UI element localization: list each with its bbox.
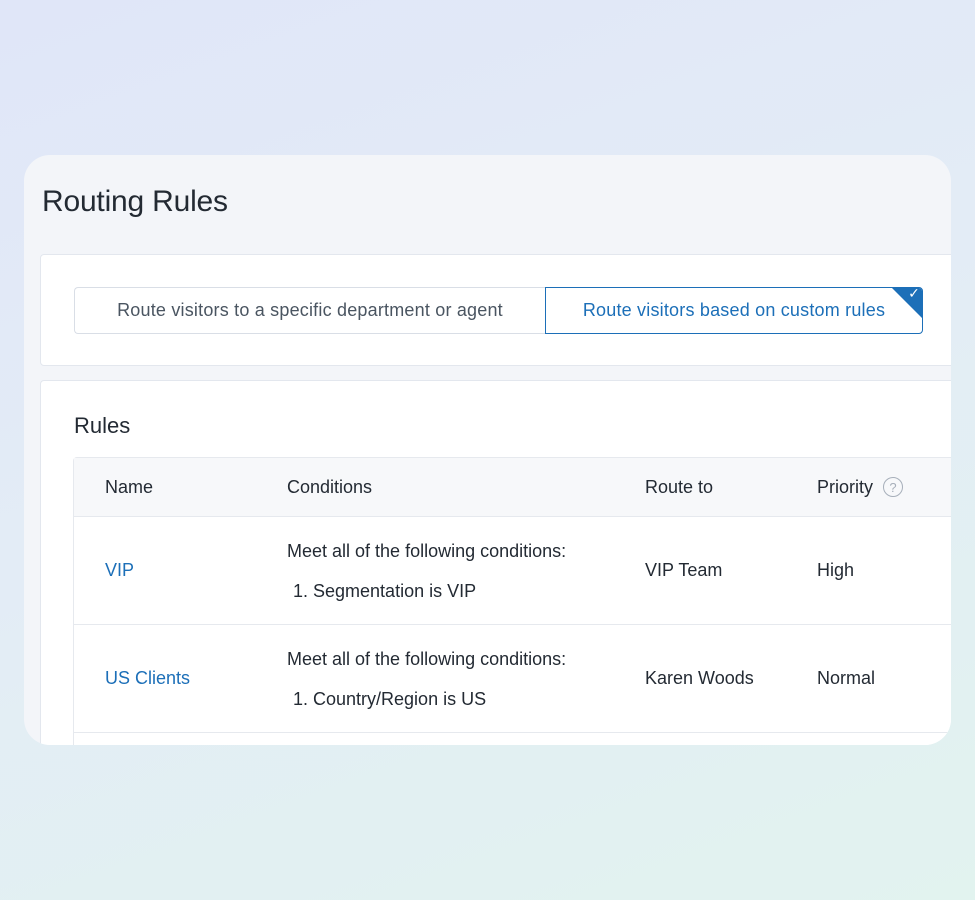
column-header-conditions-label: Conditions <box>287 476 373 497</box>
column-header-name: Name <box>105 476 154 497</box>
rule-route-to-cell: VIP Team <box>645 560 723 580</box>
routing-mode-panel: Route visitors to a specific department … <box>40 254 951 366</box>
route-custom-rules-label: Route visitors based on custom rules <box>582 300 886 320</box>
table-row <box>74 733 951 745</box>
rules-panel: Rules Name Conditions Route to Priority … <box>40 380 951 745</box>
rule-conditions-cell: Meet all of the following conditions: 1.… <box>287 625 566 732</box>
column-header-conditions: Conditions <box>287 458 372 516</box>
table-row: VIP Meet all of the following conditions… <box>74 517 951 625</box>
rules-section-title: Rules <box>74 413 131 438</box>
conditions-lead: Meet all of the following conditions: <box>287 648 567 669</box>
condition-item: 1. Country/Region is US <box>293 688 487 709</box>
question-circle-icon[interactable]: ? <box>883 477 904 497</box>
rule-priority-cell: High <box>817 560 855 580</box>
table-header: Name Conditions Route to Priority ? <box>74 458 951 517</box>
rule-name-link[interactable]: US Clients <box>105 668 190 689</box>
column-header-priority: Priority ? <box>817 458 904 516</box>
rule-name-link[interactable]: VIP <box>105 560 134 581</box>
rule-name-cell: VIP <box>105 517 134 624</box>
column-header-priority-label: Priority <box>817 476 874 497</box>
column-header-route-to: Route to <box>645 476 714 497</box>
page-title: Routing Rules <box>42 185 228 218</box>
condition-item: 1. Segmentation is VIP <box>293 580 477 601</box>
routing-rules-card: Routing Rules Route visitors to a specif… <box>24 155 951 745</box>
rule-name-cell: US Clients <box>105 625 190 732</box>
rule-route-to-cell: Karen Woods <box>645 668 754 688</box>
route-specific-label: Route visitors to a specific department … <box>117 300 503 320</box>
rule-conditions-cell: Meet all of the following conditions: 1.… <box>287 517 566 624</box>
table-row: US Clients Meet all of the following con… <box>74 625 951 733</box>
rules-table: Name Conditions Route to Priority ? VIP … <box>73 457 951 745</box>
route-custom-rules-option[interactable]: Route visitors based on custom rules ✓ <box>545 287 923 334</box>
route-specific-option[interactable]: Route visitors to a specific department … <box>74 287 545 334</box>
rule-priority-cell: Normal <box>817 668 876 688</box>
routing-mode-selector: Route visitors to a specific department … <box>74 287 923 334</box>
check-icon: ✓ <box>908 287 920 302</box>
conditions-lead: Meet all of the following conditions: <box>287 540 567 561</box>
